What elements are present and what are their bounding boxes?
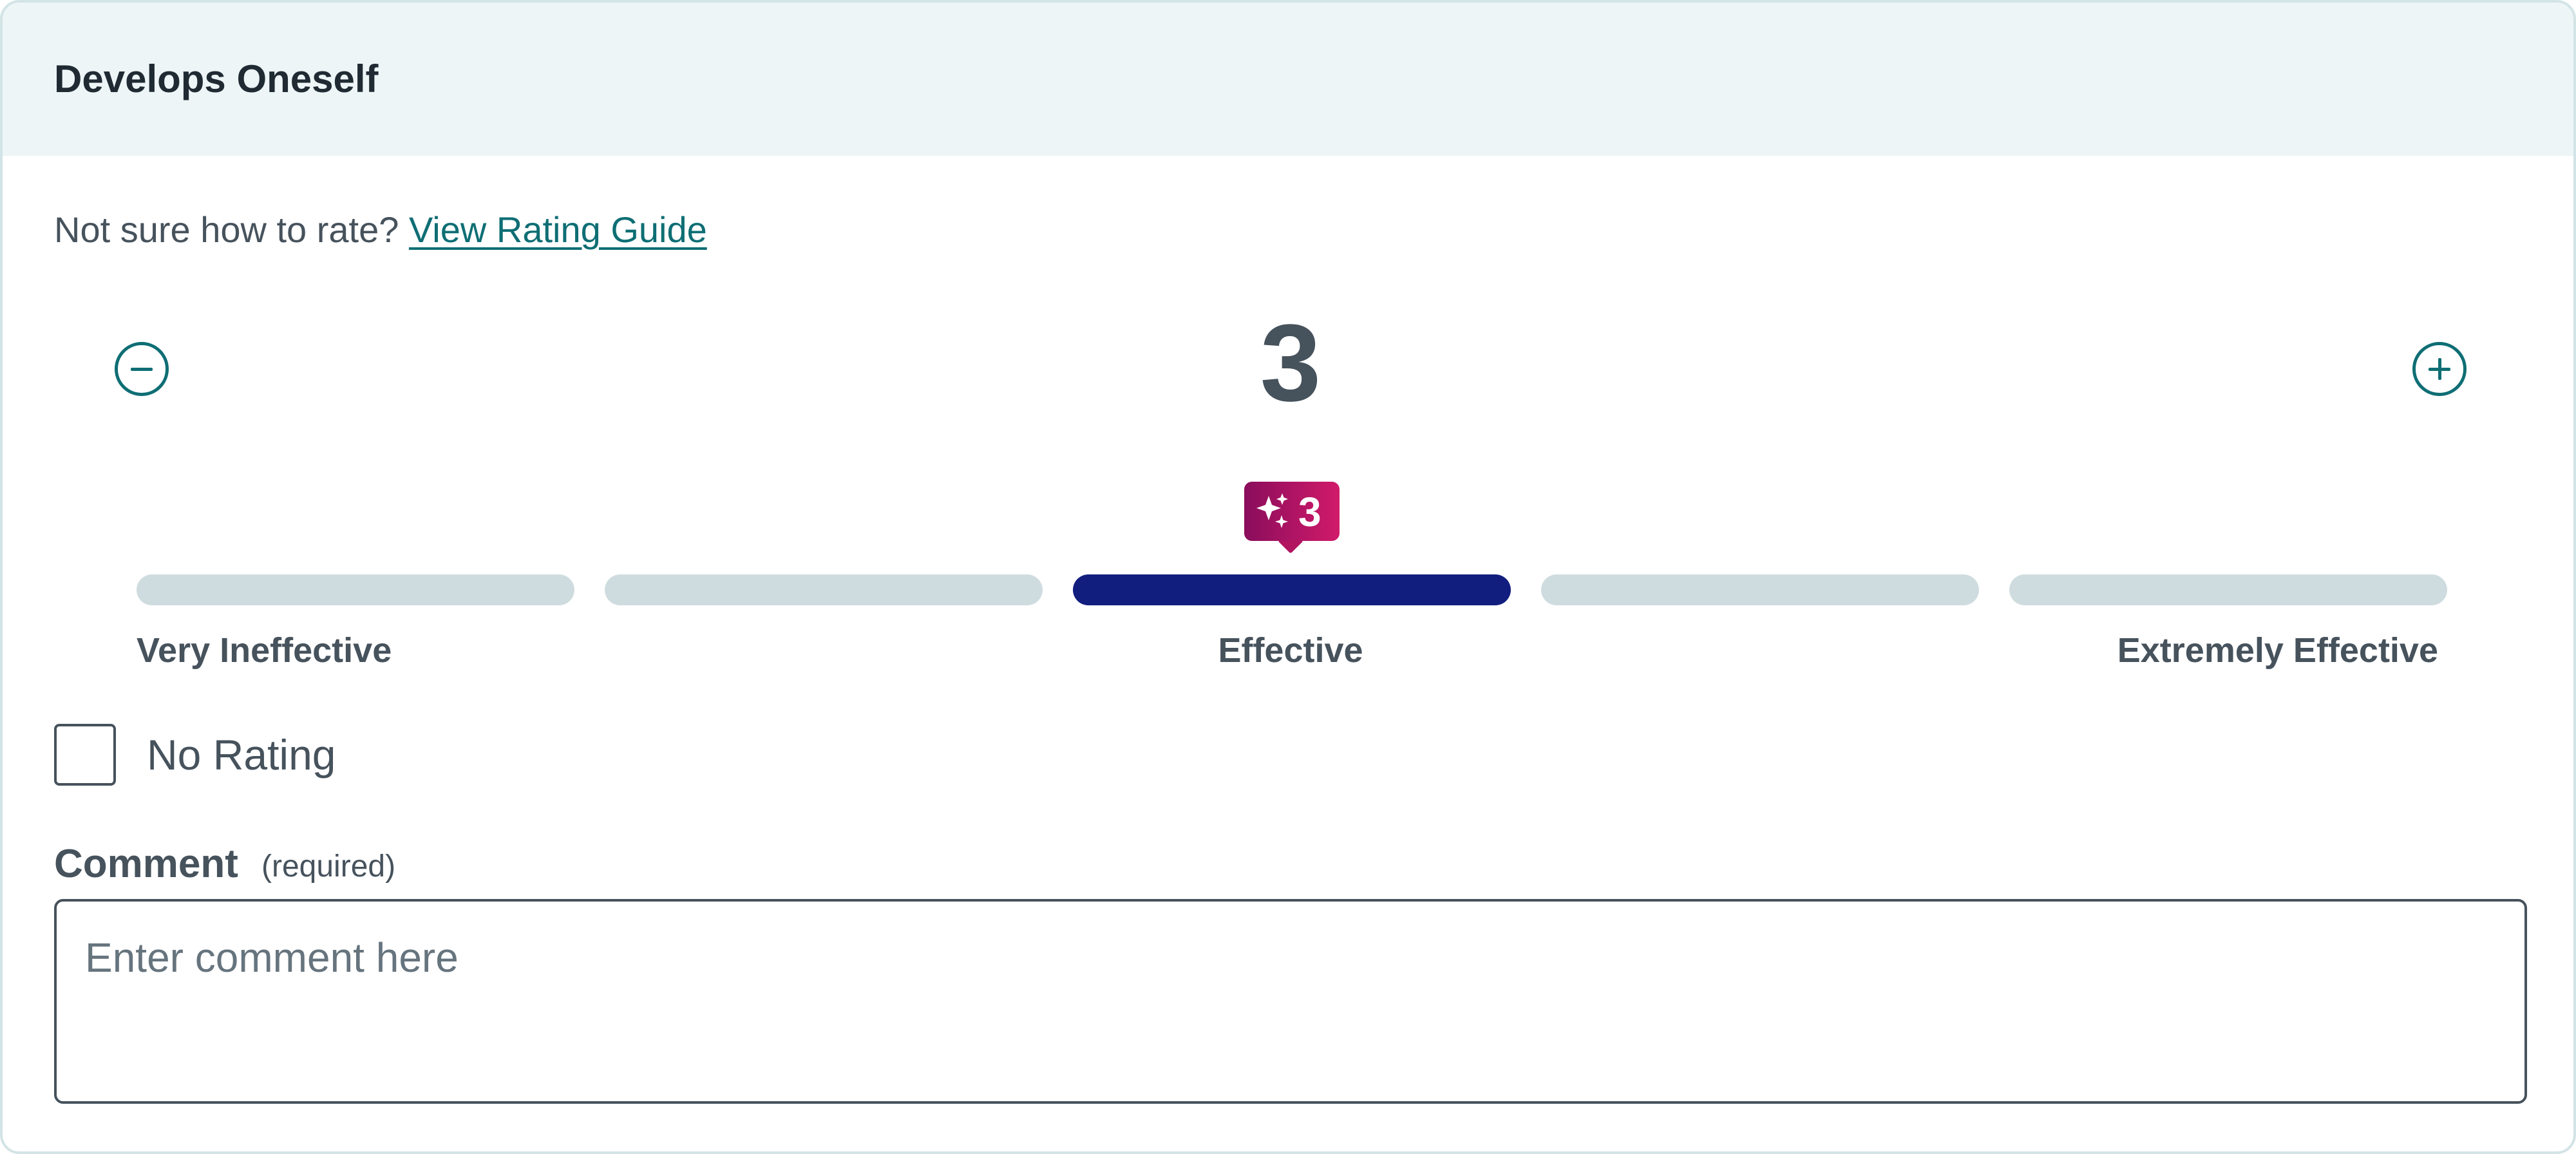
- no-rating-checkbox[interactable]: [54, 724, 116, 786]
- ai-suggested-rating-badge: 3: [1244, 482, 1340, 541]
- increase-rating-button[interactable]: [2412, 342, 2467, 396]
- rating-segment-5[interactable]: [2009, 574, 2447, 605]
- rating-guide-line: Not sure how to rate? View Rating Guide: [54, 209, 707, 251]
- rating-segment-4[interactable]: [1541, 574, 1979, 605]
- rating-segment-3[interactable]: [1073, 574, 1511, 605]
- view-rating-guide-link[interactable]: View Rating Guide: [409, 209, 707, 250]
- rating-segment-1[interactable]: [137, 574, 574, 605]
- card-header: Develops Oneself: [3, 3, 2573, 156]
- rating-segment-2[interactable]: [605, 574, 1043, 605]
- scale-label-mid: Effective: [1218, 631, 1363, 670]
- badge-value: 3: [1298, 489, 1321, 535]
- comment-required-note: (required): [261, 849, 396, 884]
- decrease-rating-button[interactable]: [115, 342, 169, 396]
- scale-label-low: Very Ineffective: [137, 631, 392, 670]
- sparkles-icon: [1256, 493, 1288, 528]
- no-rating-label[interactable]: No Rating: [147, 730, 336, 779]
- comment-input[interactable]: [54, 899, 2527, 1104]
- comment-label: Comment: [54, 842, 238, 886]
- scale-label-high: Extremely Effective: [2117, 631, 2438, 670]
- card-title: Develops Oneself: [54, 57, 379, 100]
- rating-card: Develops Oneself Not sure how to rate? V…: [0, 0, 2576, 1154]
- rating-guide-prompt: Not sure how to rate?: [54, 209, 399, 250]
- rating-value: 3: [1260, 302, 1321, 424]
